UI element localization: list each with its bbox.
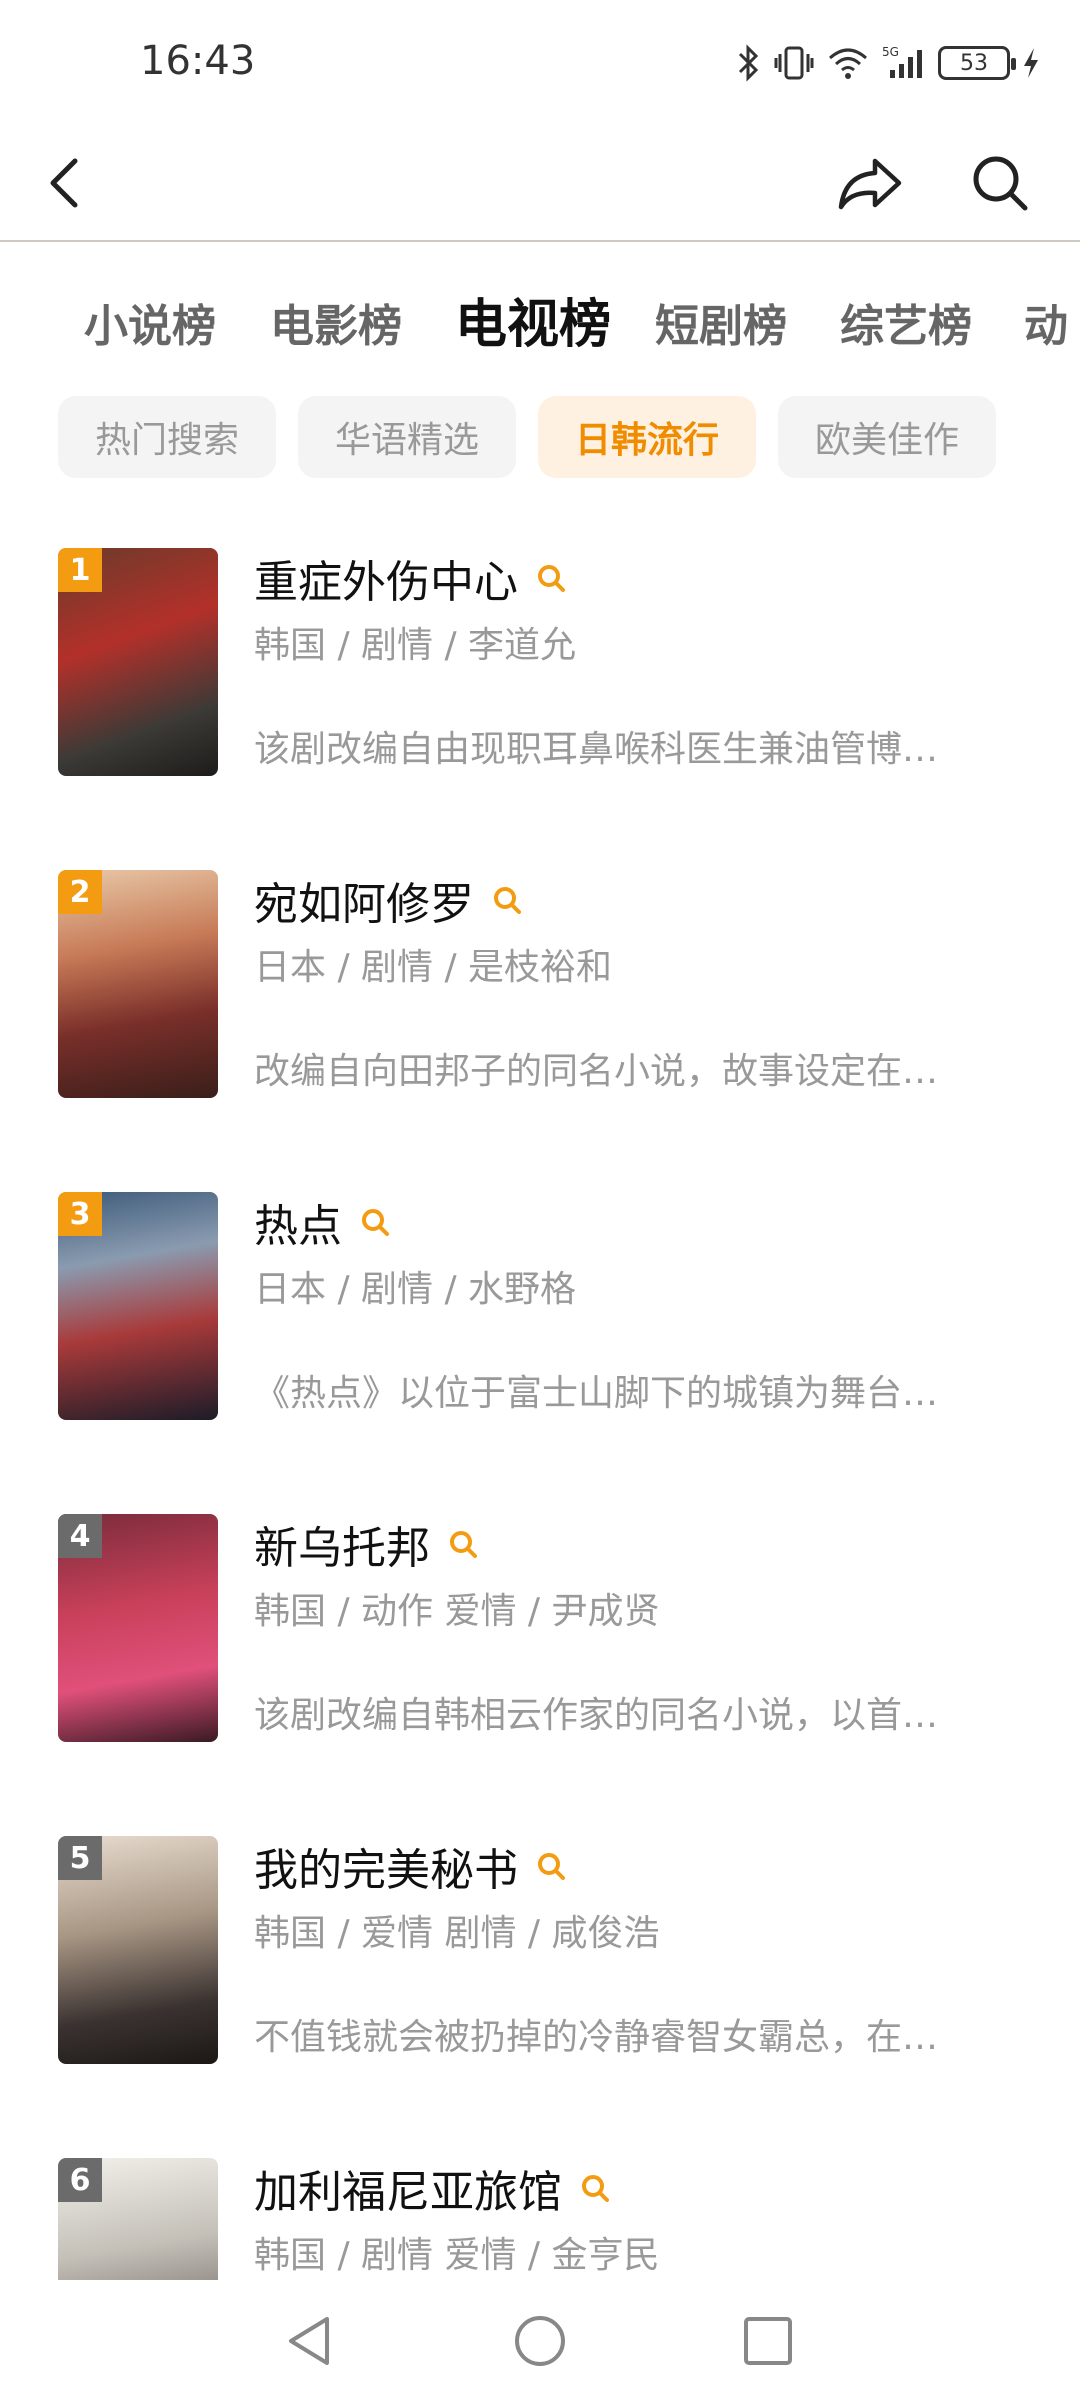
- search-icon[interactable]: [536, 563, 566, 593]
- bluetooth-icon: [736, 44, 762, 82]
- wifi-icon: [826, 44, 870, 82]
- rank-badge: 5: [58, 1836, 102, 1880]
- top-bar: [0, 120, 1080, 242]
- item-title[interactable]: 热点: [254, 1190, 342, 1254]
- list-item[interactable]: 2 宛如阿修罗 日本 / 剧情 / 是枝裕和 改编自向田邦子的同名小说，故事设定…: [0, 862, 1080, 1162]
- search-icon[interactable]: [536, 1851, 566, 1881]
- ranking-tabs: 小说榜 电影榜 电视榜 短剧榜 综艺榜 动: [0, 278, 1080, 368]
- tab-variety[interactable]: 综艺榜: [840, 290, 972, 354]
- list-item[interactable]: 3 热点 日本 / 剧情 / 水野格 《热点》以位于富士山脚下的城镇为舞台…: [0, 1184, 1080, 1484]
- cellular-icon: 5G: [882, 44, 926, 82]
- item-description: 改编自向田邦子的同名小说，故事设定在…: [254, 1051, 939, 1092]
- nav-recents-icon: [744, 2317, 792, 2365]
- rank-badge: 6: [58, 2158, 102, 2202]
- item-title[interactable]: 我的完美秘书: [254, 1834, 518, 1898]
- nav-home-icon: [515, 2316, 565, 2366]
- nav-home-button[interactable]: [505, 2306, 575, 2376]
- item-meta: 韩国 / 剧情 爱情 / 金亨民: [254, 2235, 660, 2276]
- chip-hot-search[interactable]: 热门搜索: [58, 396, 276, 478]
- share-button[interactable]: [835, 148, 905, 218]
- poster-image[interactable]: 2: [58, 870, 218, 1098]
- tab-anime[interactable]: 动: [1024, 290, 1068, 354]
- battery-level: 53: [960, 50, 988, 76]
- rank-badge: 4: [58, 1514, 102, 1558]
- item-title[interactable]: 新乌托邦: [254, 1512, 430, 1576]
- list-item[interactable]: 5 我的完美秘书 韩国 / 爱情 剧情 / 咸俊浩 不值钱就会被扔掉的冷静睿智女…: [0, 1828, 1080, 2128]
- chip-western[interactable]: 欧美佳作: [778, 396, 996, 478]
- rank-badge: 2: [58, 870, 102, 914]
- poster-image[interactable]: 6: [58, 2158, 218, 2280]
- tab-short-drama[interactable]: 短剧榜: [655, 290, 787, 354]
- ranking-list: 1 重症外伤中心 韩国 / 剧情 / 李道允 该剧改编自由现职耳鼻喉科医生兼油管…: [0, 540, 1080, 2280]
- list-item[interactable]: 6 加利福尼亚旅馆 韩国 / 剧情 爱情 / 金亨民: [0, 2150, 1080, 2280]
- list-item[interactable]: 4 新乌托邦 韩国 / 动作 爱情 / 尹成贤 该剧改编自韩相云作家的同名小说，…: [0, 1506, 1080, 1806]
- item-title[interactable]: 宛如阿修罗: [254, 868, 474, 932]
- search-icon[interactable]: [580, 2173, 610, 2203]
- search-icon[interactable]: [448, 1529, 478, 1559]
- back-icon: [50, 158, 78, 208]
- item-meta: 日本 / 剧情 / 水野格: [254, 1269, 577, 1310]
- battery-icon: 53: [938, 46, 1016, 80]
- back-button[interactable]: [30, 148, 100, 218]
- status-icons: 5G 53: [736, 44, 1040, 82]
- chip-japan-korea[interactable]: 日韩流行: [538, 396, 756, 478]
- search-icon[interactable]: [360, 1207, 390, 1237]
- poster-image[interactable]: 4: [58, 1514, 218, 1742]
- share-icon: [838, 158, 902, 210]
- search-button[interactable]: [965, 148, 1035, 218]
- poster-image[interactable]: 1: [58, 548, 218, 776]
- system-nav-bar: [0, 2280, 1080, 2400]
- item-meta: 韩国 / 动作 爱情 / 尹成贤: [254, 1591, 660, 1632]
- item-meta: 日本 / 剧情 / 是枝裕和: [254, 947, 613, 988]
- tab-movie[interactable]: 电影榜: [270, 290, 402, 354]
- poster-image[interactable]: 3: [58, 1192, 218, 1420]
- chip-chinese-picks[interactable]: 华语精选: [298, 396, 516, 478]
- tab-novel[interactable]: 小说榜: [84, 290, 216, 354]
- network-label: 5G: [882, 45, 899, 59]
- item-title[interactable]: 重症外伤中心: [254, 546, 518, 610]
- item-description: 该剧改编自韩相云作家的同名小说，以首…: [254, 1695, 939, 1736]
- rank-badge: 1: [58, 548, 102, 592]
- nav-back-button[interactable]: [274, 2306, 344, 2376]
- vibrate-icon: [774, 44, 814, 82]
- nav-back-icon: [289, 2317, 329, 2365]
- status-time: 16:43: [140, 38, 256, 84]
- list-item[interactable]: 1 重症外伤中心 韩国 / 剧情 / 李道允 该剧改编自由现职耳鼻喉科医生兼油管…: [0, 540, 1080, 840]
- poster-image[interactable]: 5: [58, 1836, 218, 2064]
- status-bar: 16:43 5G 53: [0, 0, 1080, 120]
- item-description: 不值钱就会被扔掉的冷静睿智女霸总，在…: [254, 2017, 939, 2058]
- item-meta: 韩国 / 爱情 剧情 / 咸俊浩: [254, 1913, 660, 1954]
- item-description: 《热点》以位于富士山脚下的城镇为舞台…: [254, 1373, 939, 1414]
- item-meta: 韩国 / 剧情 / 李道允: [254, 625, 577, 666]
- rank-badge: 3: [58, 1192, 102, 1236]
- filter-chips: 热门搜索 华语精选 日韩流行 欧美佳作: [0, 396, 1080, 480]
- search-icon: [973, 156, 1028, 211]
- item-title[interactable]: 加利福尼亚旅馆: [254, 2156, 562, 2220]
- tab-tv[interactable]: 电视榜: [455, 282, 611, 357]
- charging-icon: [1022, 46, 1040, 80]
- search-icon[interactable]: [492, 885, 522, 915]
- item-description: 该剧改编自由现职耳鼻喉科医生兼油管博…: [254, 729, 939, 770]
- nav-recents-button[interactable]: [733, 2306, 803, 2376]
